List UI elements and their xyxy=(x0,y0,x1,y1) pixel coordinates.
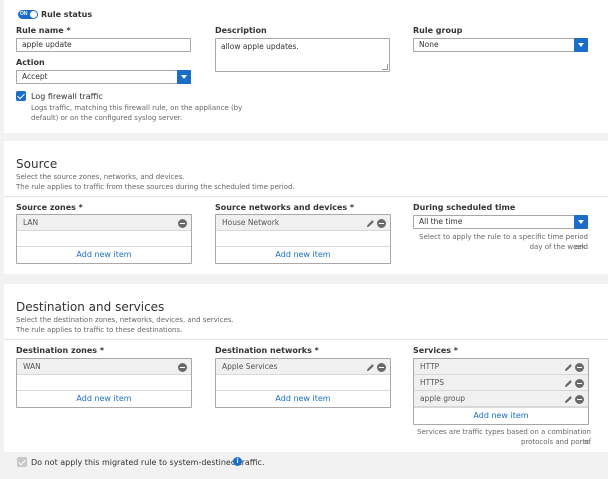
add-destination-network-button[interactable]: Add new item xyxy=(216,390,390,407)
rule-group-label: Rule group xyxy=(413,26,463,35)
remove-icon[interactable] xyxy=(377,219,386,228)
toggle-knob xyxy=(30,11,37,18)
description-label: Description xyxy=(215,26,267,35)
description-text: allow apple updates. xyxy=(221,42,299,51)
schedule-value: All the time xyxy=(419,217,463,226)
edit-icon[interactable] xyxy=(564,379,573,388)
list-item: HTTP xyxy=(414,359,588,375)
list-item: WAN xyxy=(17,359,191,375)
action-value: Accept xyxy=(22,72,48,81)
edit-icon[interactable] xyxy=(564,363,573,372)
log-traffic-checkbox[interactable] xyxy=(16,91,26,101)
migrated-rule-label: Do not apply this migrated rule to syste… xyxy=(31,458,265,467)
add-source-network-button[interactable]: Add new item xyxy=(216,246,390,263)
list-item: House Network xyxy=(216,215,390,231)
source-networks-list: House Network Add new item xyxy=(215,214,391,264)
action-select[interactable]: Accept xyxy=(16,70,191,84)
destination-zones-list: WAN Add new item xyxy=(16,358,192,408)
edit-icon[interactable] xyxy=(366,363,375,372)
remove-icon[interactable] xyxy=(575,395,584,404)
rule-group-value: None xyxy=(419,40,439,49)
chevron-down-icon[interactable] xyxy=(177,70,191,84)
list-item-label: apple group xyxy=(420,394,465,403)
remove-icon[interactable] xyxy=(575,379,584,388)
remove-icon[interactable] xyxy=(178,219,187,228)
log-traffic-hint-2: default) or on the configured syslog ser… xyxy=(31,114,183,122)
destination-panel: Destination and services Select the dest… xyxy=(4,284,608,452)
list-item-label: House Network xyxy=(222,218,280,227)
list-item-label: LAN xyxy=(23,218,39,227)
schedule-hint-2: day of the week. xyxy=(529,243,588,251)
remove-icon[interactable] xyxy=(575,363,584,372)
list-item-label: HTTPS xyxy=(420,378,444,387)
add-source-zone-button[interactable]: Add new item xyxy=(17,246,191,263)
destination-networks-list: Apple Services Add new item xyxy=(215,358,391,408)
divider xyxy=(4,339,608,340)
rule-group-select[interactable]: None xyxy=(413,38,588,52)
chevron-down-icon[interactable] xyxy=(574,215,588,229)
list-item-label: Apple Services xyxy=(222,362,278,371)
source-desc-1: Select the source zones, networks, and d… xyxy=(16,173,185,181)
migrated-rule-checkbox[interactable] xyxy=(17,457,27,467)
services-list: HTTP HTTPS apple group Add new item xyxy=(413,358,589,425)
toggle-state-label: ON xyxy=(20,11,28,17)
info-icon[interactable]: i xyxy=(233,457,242,466)
log-traffic-label: Log firewall traffic xyxy=(31,92,103,101)
list-item: apple group xyxy=(414,391,588,407)
source-networks-label: Source networks and devices * xyxy=(215,203,355,212)
source-zones-label: Source zones * xyxy=(16,203,83,212)
divider xyxy=(4,196,608,197)
rule-name-input[interactable]: apple update xyxy=(16,38,191,52)
source-panel: Source Select the source zones, networks… xyxy=(4,141,608,274)
chevron-down-icon[interactable] xyxy=(574,38,588,52)
rule-settings-panel: ON Rule status Rule name * apple update … xyxy=(4,0,608,133)
list-item-label: WAN xyxy=(23,362,41,371)
source-zones-list: LAN Add new item xyxy=(16,214,192,264)
source-desc-2: The rule applies to traffic from these s… xyxy=(16,183,295,191)
log-traffic-hint-1: Logs traffic, matching this firewall rul… xyxy=(31,104,243,112)
destination-desc-2: The rule applies to traffic to these des… xyxy=(16,326,183,334)
source-title: Source xyxy=(16,157,58,171)
list-item: LAN xyxy=(17,215,191,231)
rule-status-toggle[interactable]: ON xyxy=(18,10,38,19)
destination-desc-1: Select the destination zones, networks, … xyxy=(16,316,234,324)
schedule-select[interactable]: All the time xyxy=(413,215,588,229)
edit-icon[interactable] xyxy=(564,395,573,404)
resize-grip[interactable] xyxy=(382,64,388,70)
rule-name-label: Rule name * xyxy=(16,26,71,35)
list-item-label: HTTP xyxy=(420,362,440,371)
remove-icon[interactable] xyxy=(178,363,187,372)
action-label: Action xyxy=(16,58,45,67)
schedule-label: During scheduled time xyxy=(413,203,516,212)
description-textarea[interactable]: allow apple updates. xyxy=(215,38,390,72)
services-label: Services * xyxy=(413,346,458,355)
destination-title: Destination and services xyxy=(16,300,165,314)
list-item: Apple Services xyxy=(216,359,390,375)
add-service-button[interactable]: Add new item xyxy=(414,407,588,424)
services-hint-2: protocols and ports. xyxy=(520,438,591,446)
rule-status-label: Rule status xyxy=(41,10,93,19)
add-destination-zone-button[interactable]: Add new item xyxy=(17,390,191,407)
destination-networks-label: Destination networks * xyxy=(215,346,319,355)
destination-zones-label: Destination zones * xyxy=(16,346,105,355)
edit-icon[interactable] xyxy=(366,219,375,228)
remove-icon[interactable] xyxy=(377,363,386,372)
list-item: HTTPS xyxy=(414,375,588,391)
